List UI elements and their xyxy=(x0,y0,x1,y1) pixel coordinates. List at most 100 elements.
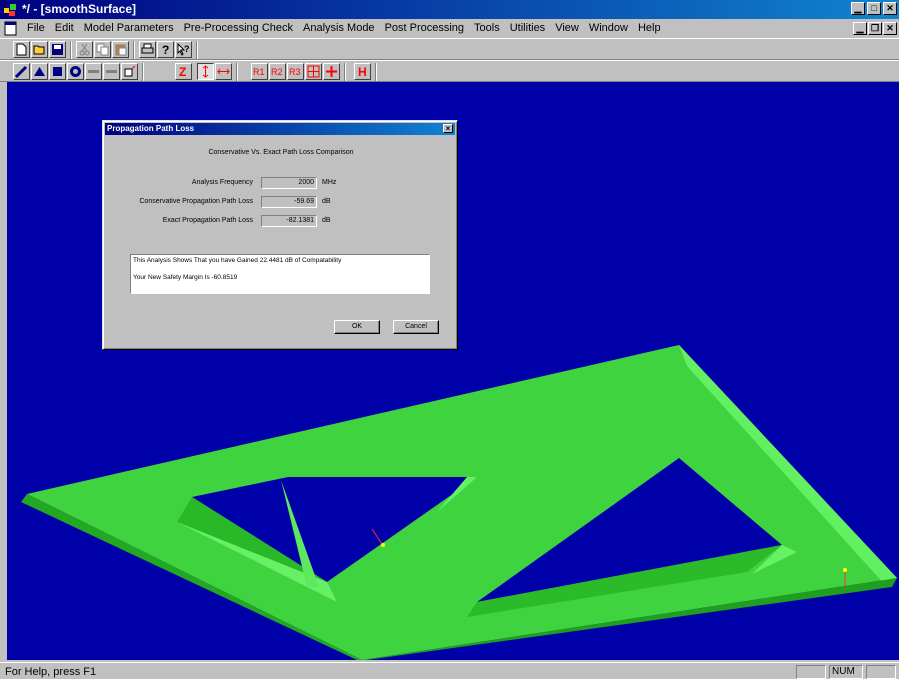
analysis-result-text: This Analysis Shows That you have Gained… xyxy=(130,254,430,294)
h-button[interactable]: H xyxy=(354,63,371,80)
doc-minimize-button[interactable]: ▁ xyxy=(853,22,867,35)
triangle-tool-button[interactable] xyxy=(31,63,48,80)
r3-icon: R3 xyxy=(289,67,301,77)
exact-path-loss-field: -82.1381 xyxy=(261,215,317,227)
wire-icon xyxy=(106,70,117,73)
close-button[interactable]: ✕ xyxy=(883,2,897,15)
standard-toolbar: ? ? xyxy=(0,38,899,60)
clipboard-icon xyxy=(115,44,127,56)
status-pane-scroll xyxy=(866,665,896,679)
model-toolbar: Z R1 R2 R3 H xyxy=(0,60,899,82)
num-lock-indicator: NUM xyxy=(829,665,863,679)
new-file-button[interactable] xyxy=(13,41,30,58)
copy-button[interactable] xyxy=(94,41,111,58)
r1-icon: R1 xyxy=(253,67,265,77)
plate-icon xyxy=(88,70,99,73)
box-tool-button[interactable] xyxy=(121,63,138,80)
grid-icon xyxy=(307,65,320,78)
status-pane-blank xyxy=(796,665,826,679)
cancel-button[interactable]: Cancel xyxy=(393,320,439,334)
paste-button[interactable] xyxy=(112,41,129,58)
rotate-r2-button[interactable]: R2 xyxy=(269,63,286,80)
context-help-button[interactable]: ? xyxy=(175,41,192,58)
move-icon xyxy=(326,66,337,77)
exact-path-loss-unit: dB xyxy=(322,217,331,224)
doc-restore-button[interactable]: ❐ xyxy=(868,22,882,35)
wire-tool-button[interactable] xyxy=(103,63,120,80)
grid-button[interactable] xyxy=(305,63,322,80)
svg-text:R3: R3 xyxy=(289,67,301,77)
vertical-move-button[interactable] xyxy=(197,63,214,80)
dialog-close-button[interactable]: × xyxy=(443,124,453,133)
menu-file[interactable]: File xyxy=(22,22,50,34)
open-button[interactable] xyxy=(31,41,48,58)
menu-edit[interactable]: Edit xyxy=(50,22,79,34)
ok-button[interactable]: OK xyxy=(334,320,380,334)
line-tool-button[interactable] xyxy=(13,63,30,80)
pan-button[interactable] xyxy=(323,63,340,80)
safety-margin-line: Your New Safety Margin Is -60.8519 xyxy=(133,274,238,281)
dialog-title: Propagation Path Loss xyxy=(107,124,195,133)
rotate-r1-button[interactable]: R1 xyxy=(251,63,268,80)
menu-view[interactable]: View xyxy=(550,22,584,34)
document-icon[interactable] xyxy=(3,21,18,36)
analysis-frequency-unit: MHz xyxy=(322,179,337,186)
menu-pre-processing-check[interactable]: Pre-Processing Check xyxy=(179,22,298,34)
status-help-text: For Help, press F1 xyxy=(5,666,97,678)
print-button[interactable] xyxy=(139,41,156,58)
svg-text:?: ? xyxy=(184,44,190,54)
box-icon xyxy=(124,65,136,77)
folder-open-icon xyxy=(33,45,45,55)
window-title: */ - [smoothSurface] xyxy=(22,2,137,16)
menu-tools[interactable]: Tools xyxy=(469,22,505,34)
h-icon: H xyxy=(358,65,367,78)
minimize-button[interactable]: ▁ xyxy=(851,2,865,15)
vertical-arrows-icon xyxy=(202,65,209,78)
z-axis-button[interactable]: Z xyxy=(175,63,192,80)
maximize-button[interactable]: □ xyxy=(867,2,881,15)
menu-analysis-mode[interactable]: Analysis Mode xyxy=(298,22,380,34)
dialog-title-bar: Propagation Path Loss × xyxy=(105,123,455,135)
menu-utilities[interactable]: Utilities xyxy=(505,22,550,34)
conservative-path-loss-unit: dB xyxy=(322,198,331,205)
new-file-icon xyxy=(16,43,27,56)
z-axis-icon: Z xyxy=(179,65,186,78)
printer-icon xyxy=(141,43,154,54)
copy-icon xyxy=(96,43,109,56)
title-bar: */ - [smoothSurface] ▁ □ ✕ xyxy=(0,0,899,19)
doc-close-button[interactable]: ✕ xyxy=(883,22,897,35)
cylinder-tool-button[interactable] xyxy=(67,63,84,80)
cut-button[interactable] xyxy=(76,41,93,58)
svg-text:?: ? xyxy=(162,43,169,56)
status-bar: For Help, press F1 NUM xyxy=(0,662,899,679)
svg-text:R1: R1 xyxy=(253,67,265,77)
conservative-path-loss-label: Conservative Propagation Path Loss xyxy=(139,198,253,205)
menu-window[interactable]: Window xyxy=(584,22,633,34)
propagation-path-loss-dialog: Propagation Path Loss × Conservative Vs.… xyxy=(102,120,458,350)
pencil-icon xyxy=(15,65,28,78)
square-icon xyxy=(53,67,62,76)
scissors-icon xyxy=(79,43,90,56)
exact-path-loss-label: Exact Propagation Path Loss xyxy=(162,217,253,224)
about-button[interactable]: ? xyxy=(157,41,174,58)
svg-text:Z: Z xyxy=(179,65,186,78)
save-icon xyxy=(52,44,63,55)
r2-icon: R2 xyxy=(271,67,283,77)
save-button[interactable] xyxy=(49,41,66,58)
menu-model-parameters[interactable]: Model Parameters xyxy=(79,22,179,34)
svg-text:H: H xyxy=(358,65,367,78)
horizontal-arrows-icon xyxy=(217,68,230,75)
app-icon[interactable] xyxy=(3,2,18,17)
horizontal-move-button[interactable] xyxy=(215,63,232,80)
help-pointer-icon: ? xyxy=(177,43,190,56)
dialog-heading: Conservative Vs. Exact Path Loss Compari… xyxy=(208,149,354,156)
menu-post-processing[interactable]: Post Processing xyxy=(380,22,469,34)
question-mark-icon: ? xyxy=(162,43,169,56)
rectangle-tool-button[interactable] xyxy=(49,63,66,80)
conservative-path-loss-field[interactable]: -59.69 xyxy=(261,196,317,208)
triangle-icon xyxy=(34,67,45,76)
analysis-frequency-field: 2000 xyxy=(261,177,317,189)
menu-help[interactable]: Help xyxy=(633,22,666,34)
rotate-r3-button[interactable]: R3 xyxy=(287,63,304,80)
plate-tool-button[interactable] xyxy=(85,63,102,80)
